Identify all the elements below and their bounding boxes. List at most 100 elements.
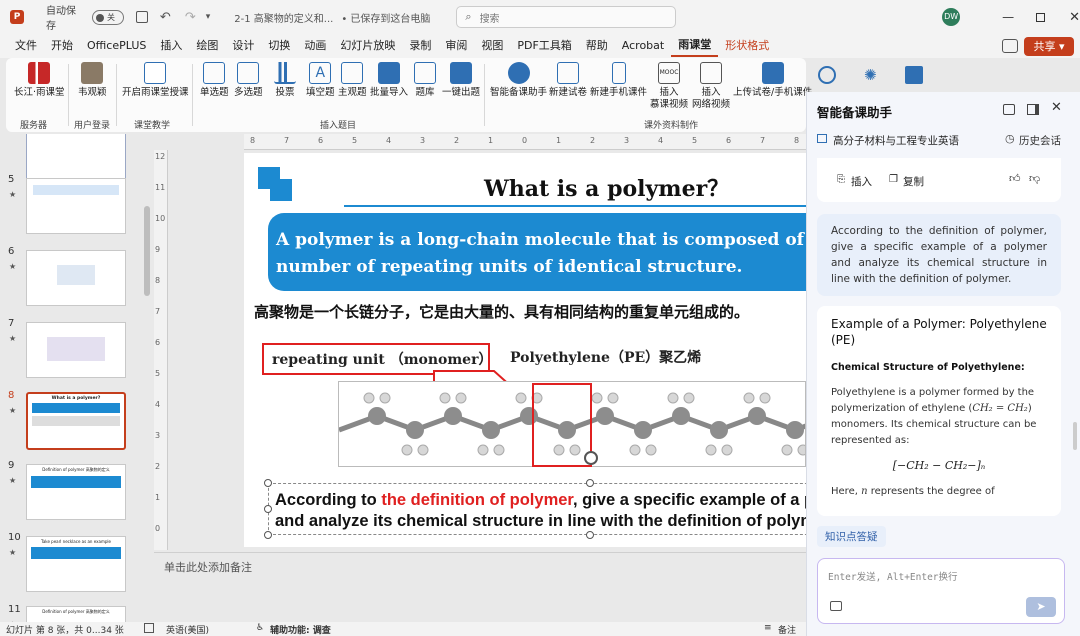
close-panel-icon[interactable]: ✕: [1051, 100, 1062, 115]
comments-button[interactable]: [1002, 39, 1018, 53]
restore-icon[interactable]: [1036, 12, 1046, 22]
vertical-ruler[interactable]: 12 11 10 9 8 7 6 5 4 3 2 1 0: [154, 150, 168, 550]
thumbs-up-icon[interactable]: 👍︎: [1009, 172, 1021, 185]
slide-thumbnail-5[interactable]: [26, 178, 126, 234]
slide-title[interactable]: What is a polymer？: [484, 171, 729, 203]
menu-tab[interactable]: Acrobat: [615, 34, 671, 58]
slide-thumbnail-pane[interactable]: 5 ★ 6 ★ 7 ★ 8 ★ What is a polymer? 9 ★ Defini…: [0, 134, 140, 622]
minimize-icon[interactable]: —: [1002, 10, 1014, 24]
start-class-button[interactable]: 开启雨课堂授课: [122, 62, 189, 99]
slide-thumbnail-10[interactable]: Take pearl necklace as an example: [26, 536, 126, 592]
menu-tab[interactable]: 幻灯片放映: [333, 34, 402, 58]
horizontal-ruler[interactable]: 8 7 6 5 4 3 2 1 0 1 2 3 4 5 6 7 8: [244, 134, 806, 150]
slide-thumbnail-4[interactable]: [26, 134, 126, 180]
new-exam-button[interactable]: 新建试卷: [549, 62, 587, 99]
menu-tab[interactable]: 开始: [44, 34, 80, 58]
panel-scrollbar[interactable]: [1073, 422, 1077, 450]
selection-handle[interactable]: [586, 479, 594, 487]
one-click-question-button[interactable]: 一键出题: [442, 62, 480, 99]
spellcheck-icon[interactable]: [144, 623, 154, 633]
course-name[interactable]: 高分子材料与工程专业英语: [833, 133, 959, 148]
rotate-handle-icon[interactable]: [584, 451, 598, 465]
insert-button[interactable]: 插入: [851, 174, 872, 189]
insert-web-video-button[interactable]: 插入 网络视频: [692, 62, 730, 111]
accessibility-icon: ♿: [256, 623, 265, 633]
user-login-button[interactable]: 韦观颖: [78, 62, 107, 99]
fill-blank-button[interactable]: A 填空题: [306, 62, 335, 99]
question-bank-button[interactable]: 题库: [414, 62, 436, 99]
undo-icon[interactable]: ↶: [160, 10, 171, 25]
chat-input-box[interactable]: Enter发送, Alt+Enter换行 ➤: [817, 558, 1065, 624]
saved-state[interactable]: • 已保存到这台电脑: [341, 10, 430, 25]
close-window-icon[interactable]: ✕: [1069, 10, 1080, 25]
upload-exam-courseware-button[interactable]: 上传试卷/手机课件: [733, 62, 812, 99]
powerpoint-logo-icon[interactable]: P: [10, 10, 24, 24]
question-textbox[interactable]: According to the definition of polymer, …: [268, 483, 806, 535]
selection-handle[interactable]: [264, 505, 272, 513]
generate-icon: [450, 62, 472, 84]
multiple-choice-button[interactable]: 多选题: [234, 62, 263, 99]
menu-tab[interactable]: 雨课堂: [671, 35, 719, 57]
selection-handle[interactable]: [264, 479, 272, 487]
thumbs-down-icon[interactable]: 👎︎: [1029, 172, 1040, 185]
thumbnail-scrollbar[interactable]: [144, 206, 150, 296]
menu-tab[interactable]: 形状格式: [718, 34, 776, 58]
language[interactable]: 英语(美国): [166, 623, 209, 636]
changjiang-rain-classroom-button[interactable]: 长江·雨课堂: [14, 62, 65, 99]
menu-tab[interactable]: 文件: [8, 34, 44, 58]
selection-handle[interactable]: [264, 531, 272, 539]
selection-handle[interactable]: [586, 531, 594, 539]
settings-icon[interactable]: [818, 66, 836, 84]
single-choice-button[interactable]: 单选题: [200, 62, 229, 99]
slide-canvas[interactable]: What is a polymer？ A polymer is a long-c…: [244, 153, 806, 547]
course-icon: [817, 134, 827, 143]
insert-mooc-video-button[interactable]: MOOC 插入 慕课视频: [650, 62, 688, 111]
slide-thumbnail-9[interactable]: Definition of polymer 高聚物的定义: [26, 464, 126, 520]
button-label: 插入: [701, 87, 721, 98]
menu-tab[interactable]: 切换: [261, 34, 297, 58]
ai-lesson-assistant-button[interactable]: 智能备课助手: [490, 62, 547, 99]
menu-tab[interactable]: 绘图: [189, 34, 225, 58]
menu-tab[interactable]: 帮助: [579, 34, 615, 58]
menu-tab[interactable]: 动画: [297, 34, 333, 58]
slide-thumbnail-11[interactable]: Definition of polymer 高聚物的定义: [26, 606, 126, 622]
sun-icon[interactable]: ✺: [864, 66, 877, 88]
subjective-question-button[interactable]: 主观题: [338, 62, 367, 99]
slide-thumbnail-8[interactable]: What is a polymer?: [26, 392, 126, 450]
menu-tab[interactable]: 视图: [474, 34, 510, 58]
history-icon: ◷: [1005, 132, 1015, 145]
slide-thumbnail-7[interactable]: [26, 322, 126, 378]
attach-image-icon[interactable]: [830, 601, 842, 611]
batch-import-button[interactable]: 批量导入: [370, 62, 408, 99]
new-mobile-courseware-button[interactable]: 新建手机课件: [590, 62, 647, 99]
menu-tab[interactable]: 录制: [402, 34, 438, 58]
user-avatar[interactable]: DW: [942, 8, 961, 26]
definition-box[interactable]: A polymer is a long-chain molecule that …: [268, 213, 806, 291]
menu-tab[interactable]: 插入: [153, 34, 189, 58]
send-button[interactable]: ➤: [1026, 597, 1056, 617]
search-box[interactable]: ⌕ 搜索: [456, 6, 677, 28]
menu-tab[interactable]: 审阅: [438, 34, 474, 58]
chinese-definition[interactable]: 高聚物是一个长链分子，它是由大量的、具有相同结构的重复单元组成的。: [254, 301, 749, 322]
repeating-unit-highlight-box[interactable]: [532, 383, 592, 467]
accessibility-status[interactable]: 辅助功能: 调查: [270, 623, 331, 636]
save-icon[interactable]: [135, 11, 148, 23]
menu-tab[interactable]: 设计: [225, 34, 261, 58]
notes-pane[interactable]: 单击此处添加备注: [154, 552, 806, 580]
knowledge-qa-chip[interactable]: 知识点答疑: [817, 526, 886, 547]
autosave-toggle[interactable]: 关: [91, 9, 124, 25]
vote-button[interactable]: 投票: [274, 62, 296, 99]
image-icon[interactable]: [1003, 104, 1015, 115]
customize-quick-access-icon[interactable]: ▾: [206, 12, 211, 22]
menu-tab[interactable]: OfficePLUS: [80, 34, 153, 58]
feature-icon[interactable]: [904, 66, 923, 84]
slide-thumbnail-6[interactable]: [26, 250, 126, 306]
dock-panel-icon[interactable]: [1027, 104, 1039, 115]
slide-count[interactable]: 幻灯片 第 8 张，共 0...34 张: [6, 623, 124, 636]
history-button[interactable]: 历史会话: [1019, 133, 1061, 148]
share-button[interactable]: 共享 ▾: [1024, 37, 1074, 56]
redo-icon[interactable]: ↷: [185, 10, 196, 25]
copy-button[interactable]: 复制: [903, 174, 924, 189]
menu-tab[interactable]: PDF工具箱: [510, 34, 578, 58]
notes-button[interactable]: 备注: [778, 623, 796, 636]
